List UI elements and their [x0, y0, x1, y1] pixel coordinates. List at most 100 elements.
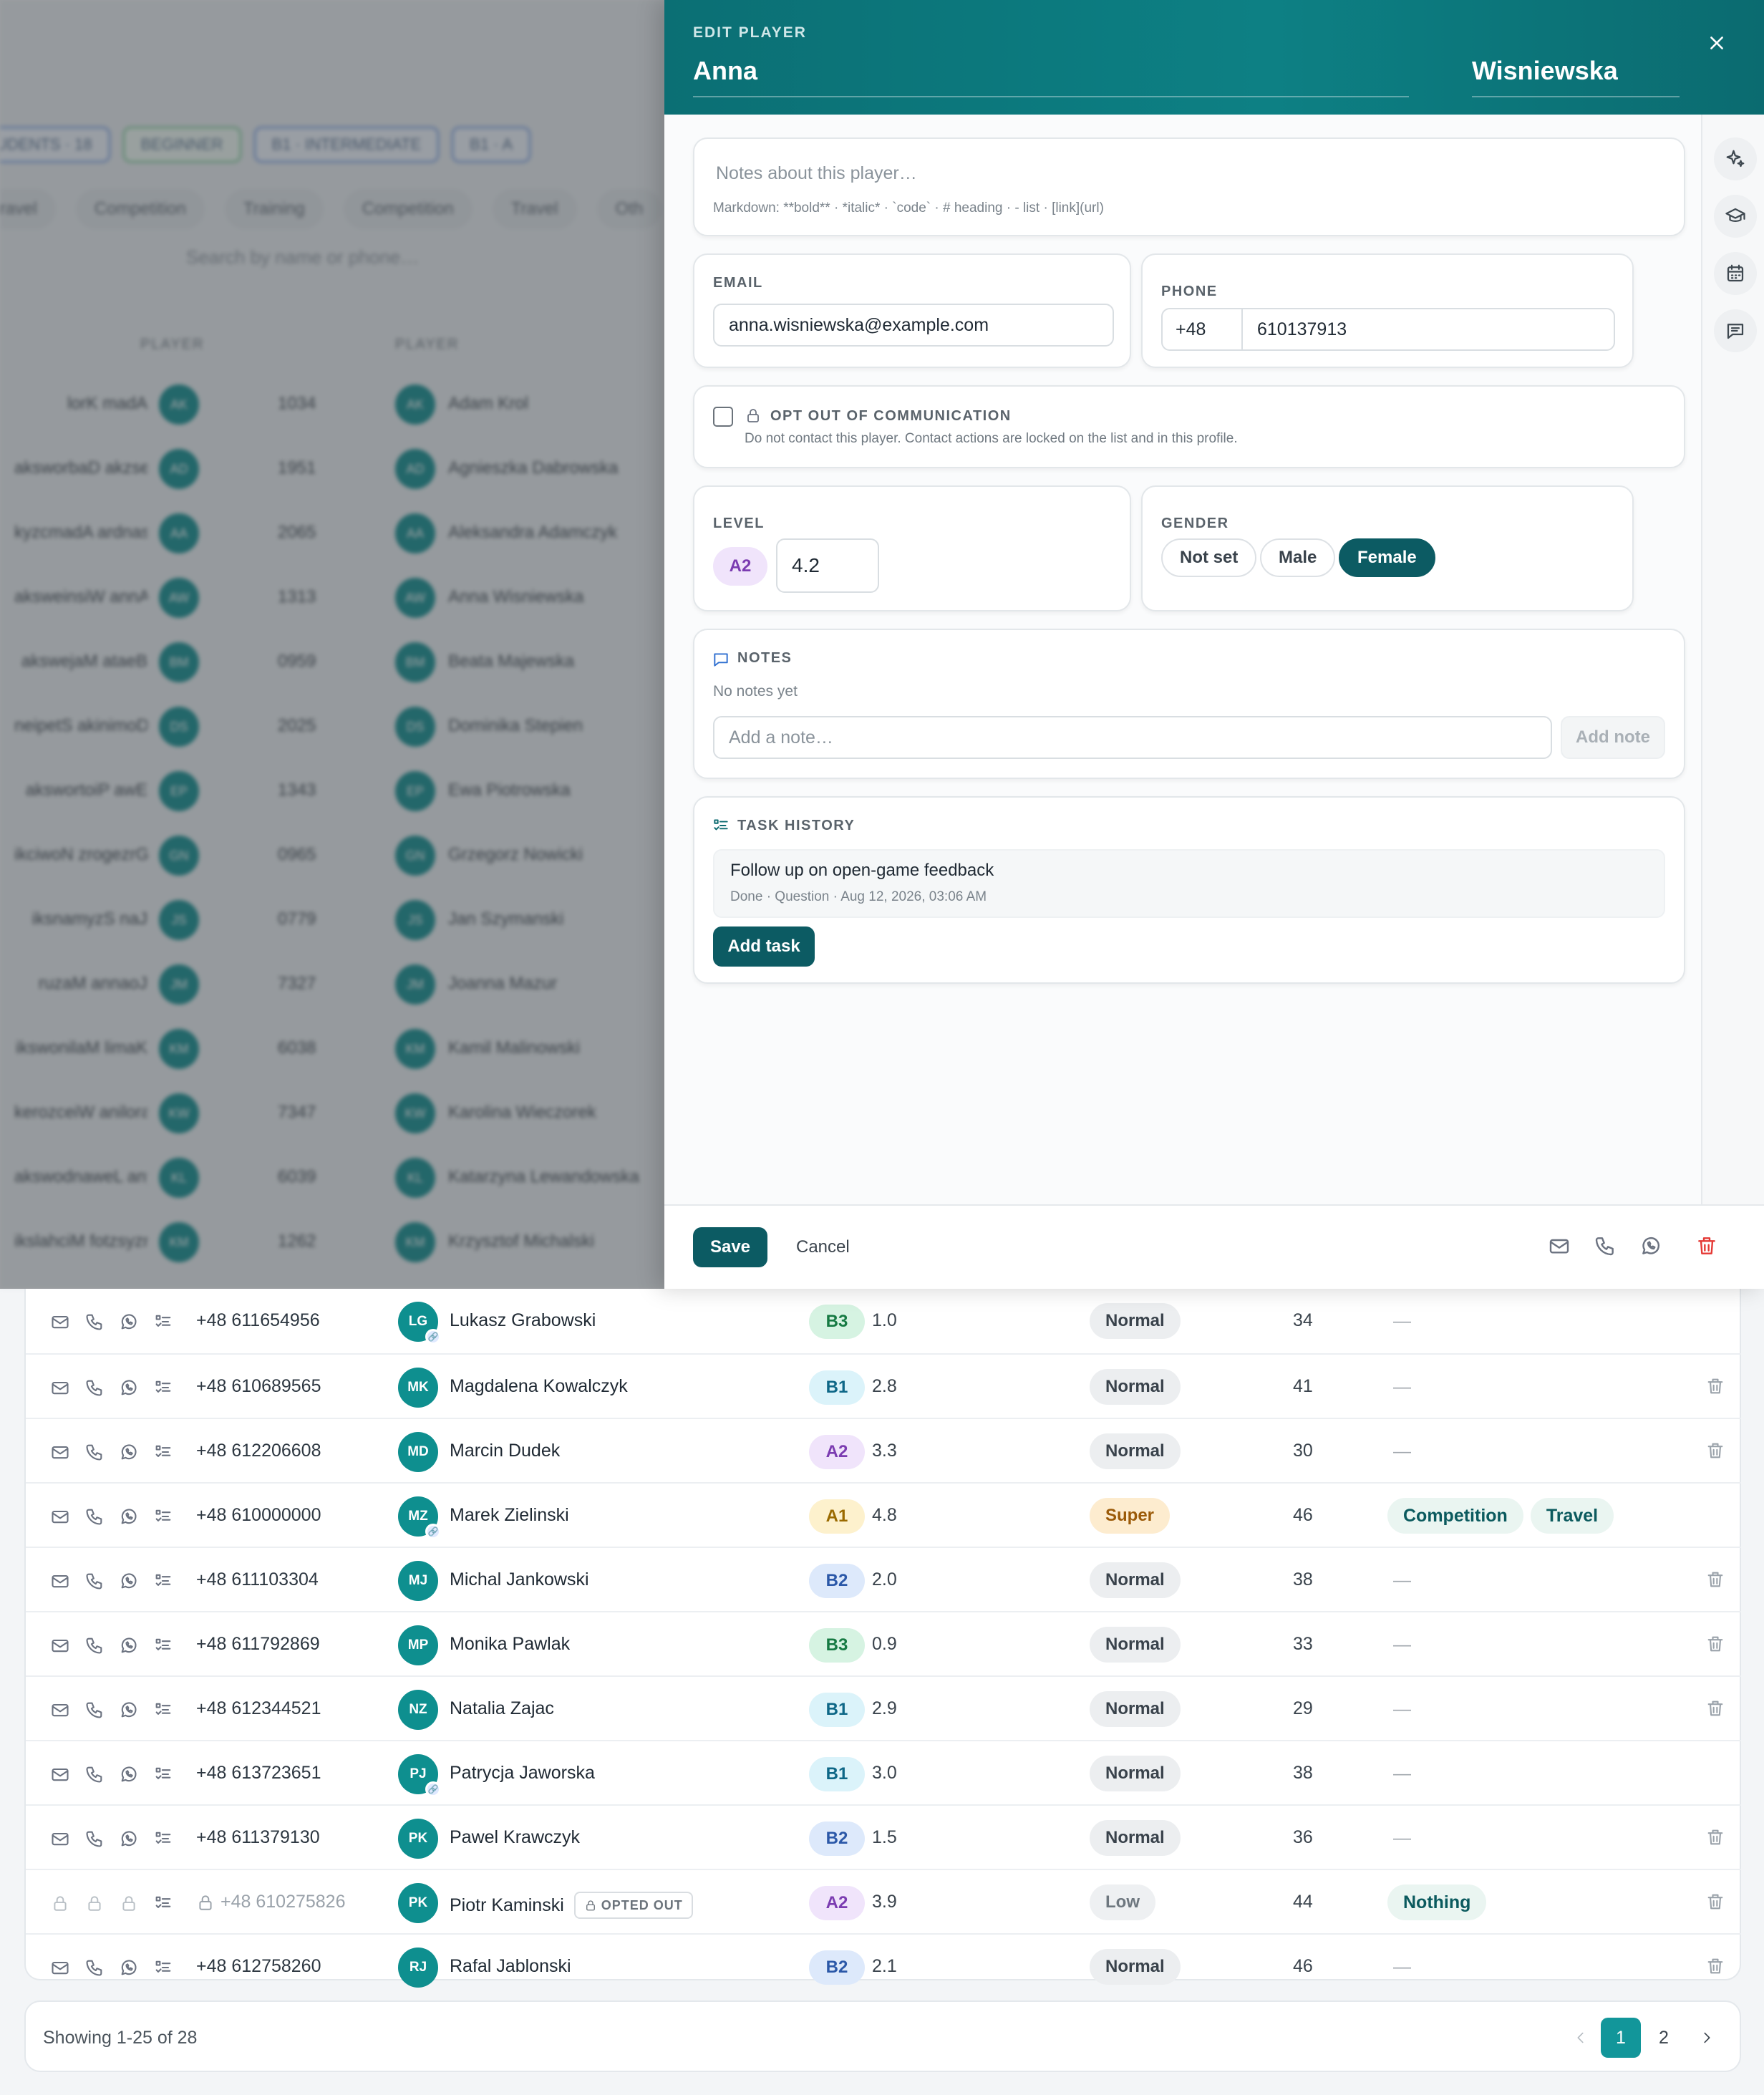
- table-row[interactable]: +48 612206608 MD Marcin Dudek A2 3.3 Normal 30…: [26, 1418, 1741, 1482]
- ai-assist-button[interactable]: [1714, 137, 1757, 180]
- player-name[interactable]: Marcin Dudek: [450, 1441, 560, 1461]
- task-item[interactable]: Follow up on open-game feedback Done · Q…: [713, 849, 1665, 918]
- player-name[interactable]: Michal Jankowski: [450, 1569, 589, 1590]
- add-note-button[interactable]: Add note: [1561, 716, 1665, 759]
- delete-row-button[interactable]: [1705, 1441, 1728, 1463]
- table-row[interactable]: +48 612344521 NZ Natalia Zajac B1 2.9 Normal 2…: [26, 1675, 1741, 1740]
- cancel-button[interactable]: Cancel: [796, 1237, 850, 1257]
- task-button[interactable]: [152, 1569, 175, 1592]
- call-action-button[interactable]: [1594, 1234, 1617, 1257]
- delete-row-button[interactable]: [1705, 1892, 1728, 1915]
- gender-not-set-button[interactable]: Not set: [1161, 538, 1257, 577]
- whatsapp-action-button[interactable]: [1639, 1234, 1662, 1257]
- tag-chip[interactable]: Nothing: [1387, 1884, 1487, 1920]
- task-button[interactable]: [152, 1698, 175, 1721]
- task-button[interactable]: [152, 1892, 175, 1915]
- player-name[interactable]: Magdalena Kowalczyk: [450, 1376, 628, 1397]
- task-button[interactable]: [152, 1634, 175, 1657]
- task-button[interactable]: [152, 1827, 175, 1850]
- player-name[interactable]: Lukasz Grabowski: [450, 1310, 596, 1331]
- call-button[interactable]: [83, 1376, 106, 1399]
- prev-page-button[interactable]: [1561, 2018, 1601, 2058]
- table-row[interactable]: +48 610275826 PK Piotr Kaminski OPTED OUT A2…: [26, 1869, 1741, 1933]
- table-row[interactable]: +48 611379130 PK Pawel Krawczyk B2 1.5 Normal…: [26, 1804, 1741, 1869]
- email-button[interactable]: [49, 1569, 72, 1592]
- whatsapp-button[interactable]: [117, 1827, 140, 1850]
- add-task-button[interactable]: Add task: [713, 926, 815, 967]
- table-row[interactable]: +48 610000000 MZ 🔗 Marek Zielinski A1 4.8 Supe…: [26, 1482, 1741, 1547]
- gender-male-button[interactable]: Male: [1260, 538, 1336, 577]
- save-button[interactable]: Save: [693, 1227, 767, 1267]
- delete-row-button[interactable]: [1705, 1827, 1728, 1850]
- delete-row-button[interactable]: [1705, 1956, 1728, 1979]
- delete-row-button[interactable]: [1705, 1698, 1728, 1721]
- call-button[interactable]: [83, 1505, 106, 1528]
- call-button[interactable]: [83, 1634, 106, 1657]
- level-score-input[interactable]: 4.2: [776, 538, 879, 593]
- close-button[interactable]: [1702, 29, 1731, 57]
- last-name-input[interactable]: Wisniewska: [1472, 53, 1680, 97]
- table-row[interactable]: +48 611654956 LG 🔗 Lukasz Grabowski B3 1.0 Nor…: [26, 1289, 1741, 1353]
- whatsapp-button[interactable]: [117, 1763, 140, 1786]
- email-button[interactable]: [49, 1763, 72, 1786]
- tag-chip[interactable]: Competition: [1387, 1498, 1523, 1534]
- calendar-button[interactable]: [1714, 252, 1757, 295]
- page-1-button[interactable]: 1: [1601, 2018, 1641, 2058]
- add-note-input[interactable]: Add a note…: [713, 716, 1552, 759]
- whatsapp-button[interactable]: [117, 1441, 140, 1463]
- phone-number-input[interactable]: 610137913: [1243, 319, 1347, 340]
- player-name[interactable]: Rafal Jablonski: [450, 1956, 571, 1977]
- next-page-button[interactable]: [1687, 2018, 1727, 2058]
- call-button[interactable]: [83, 1569, 106, 1592]
- table-row[interactable]: +48 613723651 PJ 🔗 Patrycja Jaworska B1 3.0 No…: [26, 1740, 1741, 1804]
- messages-button[interactable]: [1714, 309, 1757, 352]
- task-button[interactable]: [152, 1763, 175, 1786]
- whatsapp-button[interactable]: [117, 1634, 140, 1657]
- tag-chip[interactable]: Travel: [1530, 1498, 1614, 1534]
- task-button[interactable]: [152, 1441, 175, 1463]
- player-name[interactable]: Marek Zielinski: [450, 1505, 569, 1526]
- email-field[interactable]: anna.wisniewska@example.com: [713, 304, 1114, 347]
- player-name[interactable]: Pawel Krawczyk: [450, 1827, 580, 1848]
- page-2-button[interactable]: 2: [1644, 2018, 1684, 2058]
- delete-row-button[interactable]: [1705, 1569, 1728, 1592]
- whatsapp-button[interactable]: [117, 1956, 140, 1979]
- table-row[interactable]: +48 611103304 MJ Michal Jankowski B2 2.0 Norm…: [26, 1547, 1741, 1611]
- task-button[interactable]: [152, 1376, 175, 1399]
- gender-female-button[interactable]: Female: [1339, 538, 1435, 577]
- player-name[interactable]: Monika Pawlak: [450, 1634, 570, 1655]
- email-button[interactable]: [49, 1441, 72, 1463]
- email-button[interactable]: [49, 1827, 72, 1850]
- task-button[interactable]: [152, 1956, 175, 1979]
- whatsapp-button[interactable]: [117, 1505, 140, 1528]
- task-button[interactable]: [152, 1310, 175, 1333]
- email-action-button[interactable]: [1548, 1234, 1571, 1257]
- whatsapp-button[interactable]: [117, 1569, 140, 1592]
- call-button[interactable]: [83, 1827, 106, 1850]
- country-code-select[interactable]: +48: [1163, 309, 1243, 349]
- player-name[interactable]: Piotr Kaminski OPTED OUT: [450, 1892, 693, 1919]
- whatsapp-button[interactable]: [117, 1376, 140, 1399]
- delete-row-button[interactable]: [1705, 1376, 1728, 1399]
- call-button[interactable]: [83, 1956, 106, 1979]
- opt-out-checkbox[interactable]: [713, 407, 733, 427]
- whatsapp-button[interactable]: [117, 1698, 140, 1721]
- call-button[interactable]: [83, 1698, 106, 1721]
- task-button[interactable]: [152, 1505, 175, 1528]
- table-row[interactable]: +48 611792869 MP Monika Pawlak B3 0.9 Normal 3…: [26, 1611, 1741, 1675]
- training-button[interactable]: [1714, 195, 1757, 238]
- email-button[interactable]: [49, 1698, 72, 1721]
- email-button[interactable]: [49, 1956, 72, 1979]
- call-button[interactable]: [83, 1763, 106, 1786]
- call-button[interactable]: [83, 1441, 106, 1463]
- whatsapp-button[interactable]: [117, 1310, 140, 1333]
- player-notes-textarea[interactable]: Notes about this player…: [716, 163, 917, 184]
- email-button[interactable]: [49, 1376, 72, 1399]
- first-name-input[interactable]: Anna: [693, 53, 1409, 97]
- table-row[interactable]: +48 610689565 MK Magdalena Kowalczyk B1 2.8 N…: [26, 1353, 1741, 1418]
- player-name[interactable]: Patrycja Jaworska: [450, 1763, 595, 1784]
- delete-player-button[interactable]: [1695, 1234, 1718, 1257]
- email-button[interactable]: [49, 1505, 72, 1528]
- email-button[interactable]: [49, 1634, 72, 1657]
- modal-backdrop[interactable]: [0, 0, 664, 1289]
